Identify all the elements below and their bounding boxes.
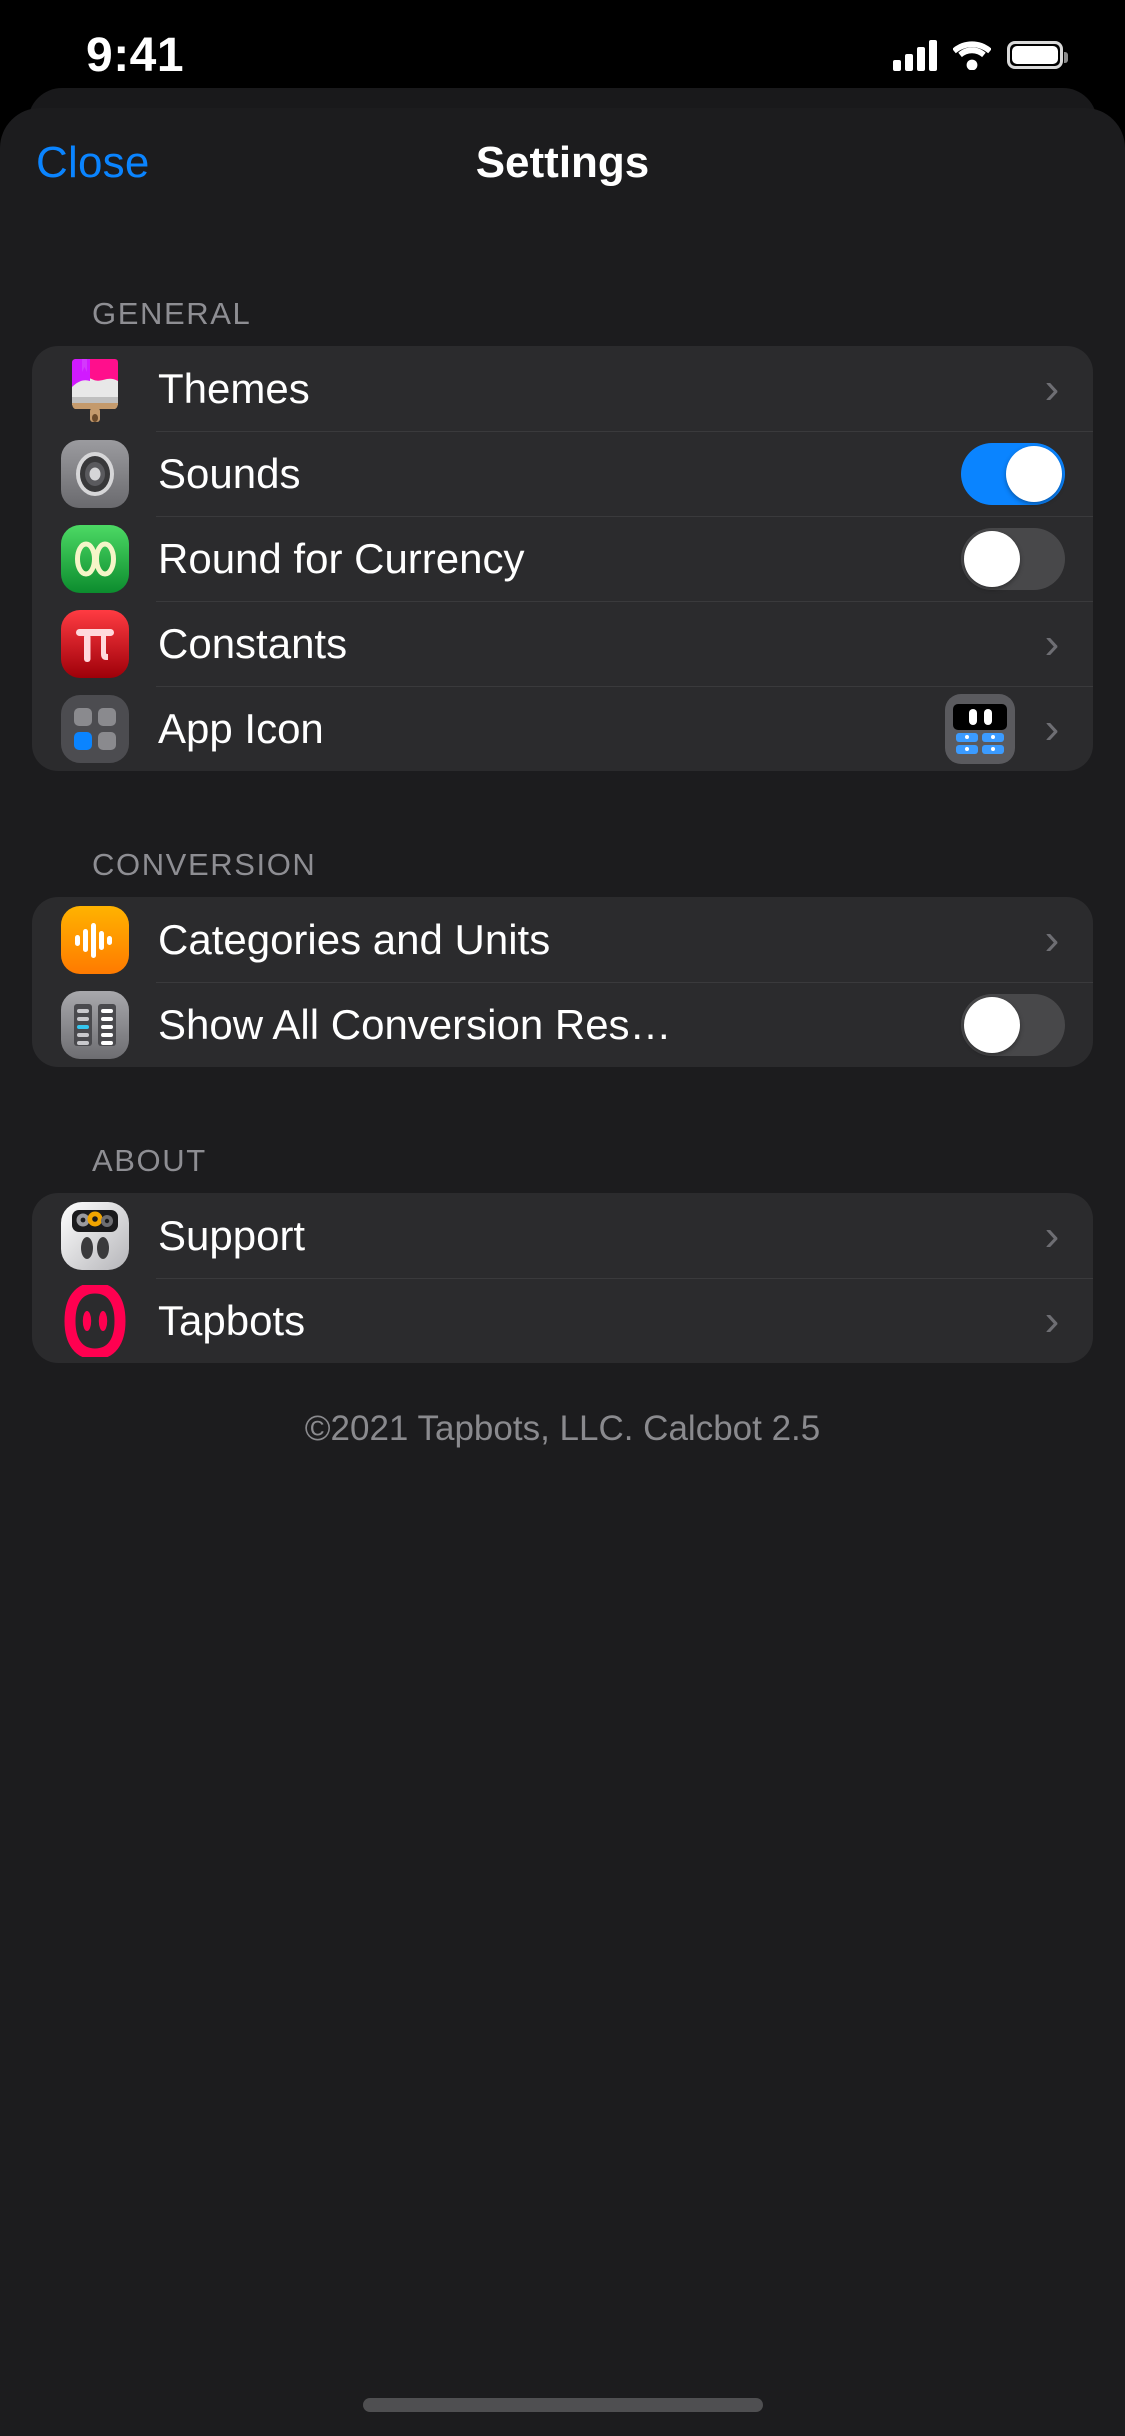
section-header-about: ABOUT bbox=[92, 1143, 207, 1178]
chevron-right-icon: › bbox=[1044, 1210, 1060, 1260]
section-header-general: GENERAL bbox=[92, 296, 252, 331]
double-zero-icon bbox=[58, 522, 132, 596]
tapbots-logo-icon bbox=[58, 1284, 132, 1358]
settings-row-sounds[interactable]: Sounds bbox=[32, 431, 1093, 516]
settings-row-label: Tapbots bbox=[158, 1296, 306, 1344]
status-bar-time: 9:41 bbox=[86, 28, 185, 82]
status-bar-indicators bbox=[893, 39, 1068, 71]
general-card: Themes › Sounds Round for Currency Const… bbox=[32, 346, 1093, 771]
sounds-toggle[interactable] bbox=[961, 442, 1065, 505]
cellular-bars-icon bbox=[893, 39, 937, 71]
calcbot-robot-icon bbox=[945, 693, 1015, 764]
settings-row-categories-and-units[interactable]: Categories and Units › bbox=[32, 897, 1093, 982]
close-button[interactable]: Close bbox=[36, 138, 150, 188]
section-general: GENERAL Themes › Sounds Round for Curren… bbox=[32, 296, 1093, 771]
section-conversion: CONVERSION Categories and Units › Show A… bbox=[32, 847, 1093, 1067]
robot-gears-icon bbox=[58, 1199, 132, 1273]
section-header-conversion: CONVERSION bbox=[92, 847, 317, 882]
chevron-right-icon: › bbox=[1044, 703, 1060, 753]
speaker-icon bbox=[58, 437, 132, 511]
settings-row-label: Show All Conversion Res… bbox=[158, 1000, 672, 1048]
chevron-right-icon: › bbox=[1044, 363, 1060, 413]
waveform-icon bbox=[58, 903, 132, 977]
round-for-currency-toggle[interactable] bbox=[961, 527, 1065, 590]
copyright-footer: ©2021 Tapbots, LLC. Calcbot 2.5 bbox=[304, 1409, 821, 1448]
navigation-bar: Close Settings bbox=[0, 108, 1125, 218]
settings-row-label: App Icon bbox=[158, 704, 324, 752]
pi-icon bbox=[58, 607, 132, 681]
settings-row-tapbots[interactable]: Tapbots › bbox=[32, 1278, 1093, 1363]
settings-row-themes[interactable]: Themes › bbox=[32, 346, 1093, 431]
chevron-right-icon: › bbox=[1044, 618, 1060, 668]
wifi-icon bbox=[952, 40, 992, 71]
settings-row-label: Round for Currency bbox=[158, 534, 525, 582]
page-title: Settings bbox=[475, 138, 650, 187]
status-bar: 9:41 bbox=[0, 0, 1125, 96]
settings-row-round-for-currency[interactable]: Round for Currency bbox=[32, 516, 1093, 601]
settings-row-constants[interactable]: Constants › bbox=[32, 601, 1093, 686]
settings-row-app-icon[interactable]: App Icon › bbox=[32, 686, 1093, 771]
settings-row-label: Categories and Units bbox=[158, 915, 551, 963]
battery-full-icon bbox=[1007, 41, 1068, 69]
show-all-conversion-results-toggle[interactable] bbox=[961, 993, 1065, 1056]
about-card: Support › Tapbots › bbox=[32, 1193, 1093, 1363]
settings-row-label: Support bbox=[158, 1211, 306, 1259]
unit-list-icon bbox=[58, 988, 132, 1062]
settings-row-label: Themes bbox=[158, 364, 310, 412]
chevron-right-icon: › bbox=[1044, 1295, 1060, 1345]
settings-row-label: Constants bbox=[158, 619, 348, 667]
home-indicator[interactable] bbox=[362, 2398, 763, 2412]
paintbrush-icon bbox=[58, 352, 132, 426]
settings-row-support[interactable]: Support › bbox=[32, 1193, 1093, 1278]
chevron-right-icon: › bbox=[1044, 914, 1060, 964]
settings-row-label: Sounds bbox=[158, 449, 301, 497]
conversion-card: Categories and Units › Show All Conversi… bbox=[32, 897, 1093, 1067]
settings-row-show-all-conversion-results[interactable]: Show All Conversion Res… bbox=[32, 982, 1093, 1067]
app-grid-icon bbox=[58, 692, 132, 766]
settings-list: GENERAL Themes › Sounds Round for Curren… bbox=[0, 218, 1125, 1449]
section-about: ABOUT Support › Tapbots › bbox=[32, 1143, 1093, 1363]
settings-modal-sheet: Close Settings GENERAL Themes › Sounds R… bbox=[0, 108, 1125, 2436]
